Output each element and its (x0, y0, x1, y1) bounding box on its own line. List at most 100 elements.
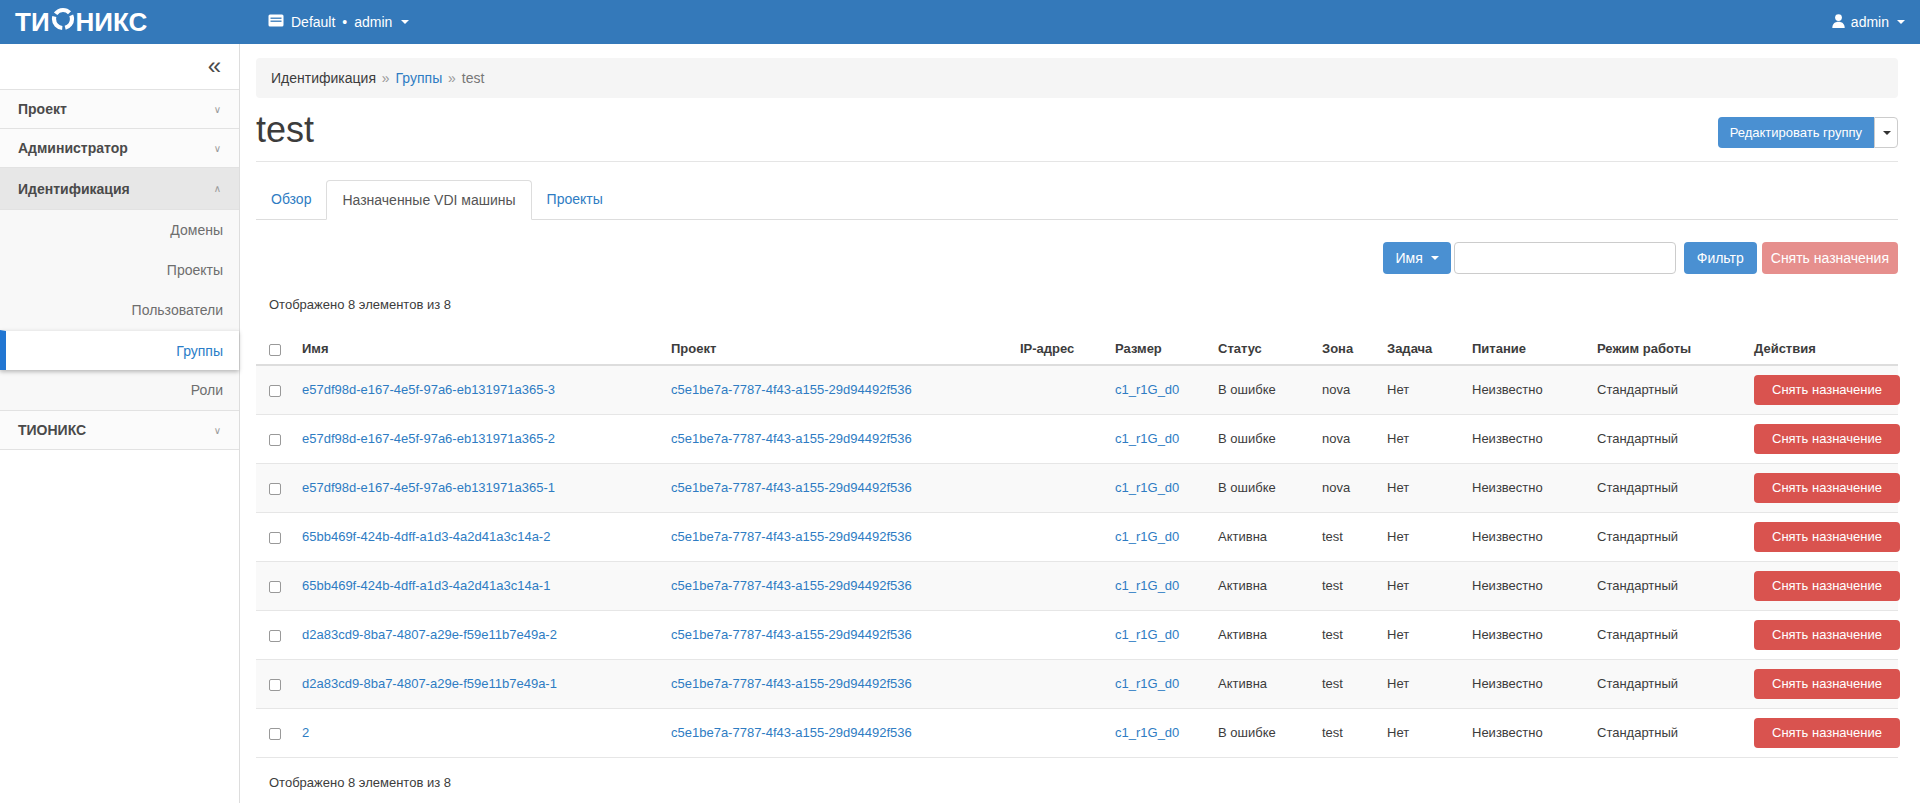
row-checkbox[interactable] (269, 483, 281, 495)
row-checkbox[interactable] (269, 581, 281, 593)
size-link[interactable]: c1_r1G_d0 (1115, 480, 1179, 495)
domain-project-switcher[interactable]: Default • admin (268, 0, 409, 44)
context-domain: Default (291, 14, 335, 30)
filter-button[interactable]: Фильтр (1684, 242, 1757, 274)
vm-name-link[interactable]: 65bb469f-424b-4dff-a1d3-4a2d41a3c14a-2 (302, 529, 550, 544)
mode-cell: Стандартный (1589, 659, 1746, 708)
mode-cell: Стандартный (1589, 463, 1746, 512)
sidebar-section-admin[interactable]: Администратор ∨ (0, 129, 239, 168)
vm-name-link[interactable]: 2 (302, 725, 309, 740)
breadcrumb-separator: » (382, 70, 390, 86)
column-header-ip: IP-адрес (1012, 319, 1107, 365)
unassign-button[interactable]: Снять назначение (1754, 718, 1900, 748)
size-link[interactable]: c1_r1G_d0 (1115, 627, 1179, 642)
edit-group-dropdown-toggle[interactable] (1874, 117, 1898, 148)
filter-field-dropdown[interactable]: Имя (1383, 242, 1450, 274)
sidebar-section-tionix[interactable]: ТИОНИКС ∨ (0, 411, 239, 450)
row-checkbox[interactable] (269, 532, 281, 544)
breadcrumb-separator: » (448, 70, 456, 86)
unassign-button[interactable]: Снять назначение (1754, 571, 1900, 601)
unassign-button[interactable]: Снять назначение (1754, 424, 1900, 454)
ip-cell (1012, 610, 1107, 659)
column-header-mode: Режим работы (1589, 319, 1746, 365)
tab-assigned-vdi[interactable]: Назначенные VDI машины (326, 180, 531, 220)
unassign-button[interactable]: Снять назначение (1754, 473, 1900, 503)
chevron-down-icon: ∨ (214, 143, 221, 154)
project-link[interactable]: c5e1be7a-7787-4f43-a155-29d94492f536 (671, 676, 912, 691)
unassign-button[interactable]: Снять назначение (1754, 620, 1900, 650)
row-checkbox[interactable] (269, 434, 281, 446)
brand-part-1: ТИ (15, 7, 50, 38)
table-row: d2a83cd9-8ba7-4807-a29e-f59e11b7e49a-1 c5… (256, 659, 1898, 708)
table-row: 65bb469f-424b-4dff-a1d3-4a2d41a3c14a-1 c5… (256, 561, 1898, 610)
select-all-checkbox[interactable] (269, 344, 281, 356)
chevron-up-icon: ∧ (214, 183, 221, 194)
vm-name-link[interactable]: 65bb469f-424b-4dff-a1d3-4a2d41a3c14a-1 (302, 578, 550, 593)
task-cell: Нет (1379, 414, 1464, 463)
project-link[interactable]: c5e1be7a-7787-4f43-a155-29d94492f536 (671, 578, 912, 593)
row-checkbox[interactable] (269, 385, 281, 397)
sidebar-item-domains[interactable]: Домены (0, 210, 239, 250)
project-link[interactable]: c5e1be7a-7787-4f43-a155-29d94492f536 (671, 529, 912, 544)
sidebar-item-projects[interactable]: Проекты (0, 250, 239, 290)
status-cell: Активна (1210, 512, 1314, 561)
task-cell: Нет (1379, 659, 1464, 708)
breadcrumb-groups-link[interactable]: Группы (396, 70, 443, 86)
status-cell: Активна (1210, 610, 1314, 659)
sidebar-section-project[interactable]: Проект ∨ (0, 90, 239, 129)
context-separator: • (342, 14, 347, 30)
chevron-down-icon: ∨ (214, 425, 221, 436)
tab-overview[interactable]: Обзор (256, 180, 326, 220)
brand-part-2: НИКС (76, 7, 148, 38)
unassign-button[interactable]: Снять назначение (1754, 375, 1900, 405)
size-link[interactable]: c1_r1G_d0 (1115, 725, 1179, 740)
page-title: test (256, 110, 1898, 150)
power-cell: Неизвестно (1464, 610, 1589, 659)
sidebar-item-groups[interactable]: Группы (0, 330, 239, 370)
vm-name-link[interactable]: d2a83cd9-8ba7-4807-a29e-f59e11b7e49a-2 (302, 627, 557, 642)
project-link[interactable]: c5e1be7a-7787-4f43-a155-29d94492f536 (671, 382, 912, 397)
vm-name-link[interactable]: d2a83cd9-8ba7-4807-a29e-f59e11b7e49a-1 (302, 676, 557, 691)
table-row: e57df98d-e167-4e5f-97a6-eb131971a365-2 c5… (256, 414, 1898, 463)
sidebar-item-roles[interactable]: Роли (0, 370, 239, 410)
row-checkbox[interactable] (269, 630, 281, 642)
size-link[interactable]: c1_r1G_d0 (1115, 676, 1179, 691)
tab-projects[interactable]: Проекты (532, 180, 618, 220)
unassign-button[interactable]: Снять назначение (1754, 522, 1900, 552)
sidebar-section-label: ТИОНИКС (18, 422, 86, 438)
vm-name-link[interactable]: e57df98d-e167-4e5f-97a6-eb131971a365-1 (302, 480, 555, 495)
project-link[interactable]: c5e1be7a-7787-4f43-a155-29d94492f536 (671, 431, 912, 446)
size-link[interactable]: c1_r1G_d0 (1115, 431, 1179, 446)
task-cell: Нет (1379, 561, 1464, 610)
brand-logo[interactable]: ТИ НИКС (15, 0, 147, 44)
project-link[interactable]: c5e1be7a-7787-4f43-a155-29d94492f536 (671, 725, 912, 740)
sidebar-collapse-button[interactable]: « (208, 52, 221, 79)
power-cell: Неизвестно (1464, 659, 1589, 708)
bulk-unassign-button[interactable]: Снять назначения (1762, 242, 1898, 274)
project-link[interactable]: c5e1be7a-7787-4f43-a155-29d94492f536 (671, 627, 912, 642)
user-menu[interactable]: admin (1832, 0, 1905, 44)
size-link[interactable]: c1_r1G_d0 (1115, 529, 1179, 544)
filter-search-input[interactable] (1454, 242, 1676, 274)
unassign-button[interactable]: Снять назначение (1754, 669, 1900, 699)
vm-name-link[interactable]: e57df98d-e167-4e5f-97a6-eb131971a365-3 (302, 382, 555, 397)
size-link[interactable]: c1_r1G_d0 (1115, 578, 1179, 593)
ip-cell (1012, 708, 1107, 757)
sidebar-item-users[interactable]: Пользователи (0, 290, 239, 330)
size-link[interactable]: c1_r1G_d0 (1115, 382, 1179, 397)
task-cell: Нет (1379, 708, 1464, 757)
vm-name-link[interactable]: e57df98d-e167-4e5f-97a6-eb131971a365-2 (302, 431, 555, 446)
sidebar-identity-submenu: Домены Проекты Пользователи Группы Роли (0, 210, 239, 411)
column-header-zone: Зона (1314, 319, 1379, 365)
edit-group-button[interactable]: Редактировать группу (1718, 117, 1874, 148)
power-cell: Неизвестно (1464, 414, 1589, 463)
project-link[interactable]: c5e1be7a-7787-4f43-a155-29d94492f536 (671, 480, 912, 495)
row-checkbox[interactable] (269, 679, 281, 691)
ip-cell (1012, 512, 1107, 561)
row-checkbox[interactable] (269, 728, 281, 740)
breadcrumb-current: test (462, 70, 485, 86)
mode-cell: Стандартный (1589, 610, 1746, 659)
zone-cell: nova (1314, 463, 1379, 512)
sidebar-section-identity[interactable]: Идентификация ∧ (0, 168, 239, 210)
vdi-machines-table: Имя Проект IP-адрес Размер Статус Зона З… (256, 319, 1898, 758)
